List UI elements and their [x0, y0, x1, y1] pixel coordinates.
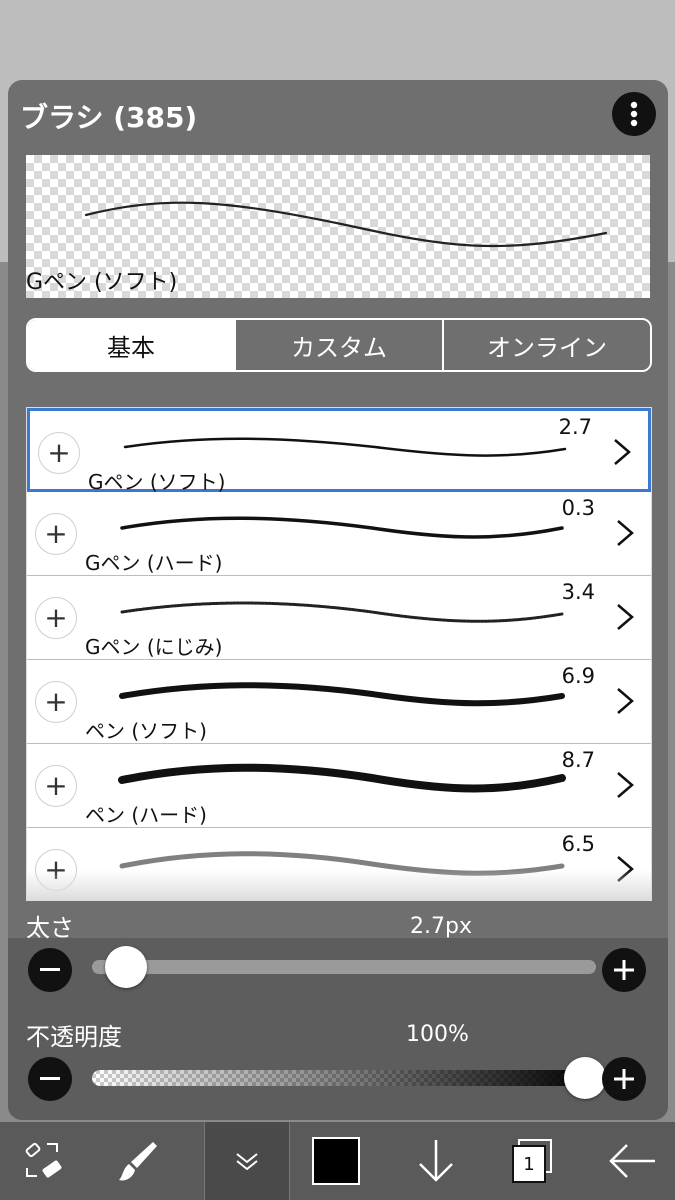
brush-row[interactable]: + ペン (ハード) 8.7	[27, 744, 651, 828]
more-menu-button[interactable]	[612, 92, 656, 136]
layers-button[interactable]: 1	[490, 1122, 574, 1200]
current-color-swatch	[312, 1137, 360, 1185]
opacity-increase-button[interactable]	[602, 1057, 646, 1101]
minus-icon	[40, 1077, 60, 1080]
brush-name: Gペン (にじみ)	[85, 635, 223, 659]
tab-custom[interactable]: カスタム	[236, 320, 444, 370]
brush-panel: ブラシ (385) Gペン (ソフト) 基本 カスタム オンライン + Gペン …	[8, 80, 668, 1120]
brush-row[interactable]: + Gペン (にじみ) 3.4	[27, 576, 651, 660]
arrow-left-icon	[609, 1144, 655, 1178]
scroll-down-button[interactable]	[394, 1122, 478, 1200]
collapse-panel-button[interactable]	[204, 1122, 290, 1200]
tab-basic[interactable]: 基本	[28, 320, 236, 370]
plus-icon: +	[44, 769, 68, 802]
brush-name: Gペン (ソフト)	[88, 470, 226, 494]
chevron-right-icon[interactable]	[615, 770, 635, 800]
chevron-right-icon[interactable]	[615, 602, 635, 632]
layers-icon: 1	[512, 1139, 552, 1183]
plus-icon: +	[47, 436, 71, 469]
bottom-toolbar: 1	[0, 1122, 675, 1200]
add-brush-button[interactable]: +	[38, 432, 80, 474]
preview-brush-name: Gペン (ソフト)	[26, 270, 178, 295]
add-brush-button[interactable]: +	[35, 513, 77, 555]
list-scroll-fade	[27, 870, 651, 900]
thickness-increase-button[interactable]	[602, 948, 646, 992]
brush-size: 6.9	[561, 664, 595, 688]
brush-stroke-sample	[119, 682, 565, 707]
plus-icon	[614, 1069, 634, 1089]
arrow-down-icon	[419, 1140, 453, 1182]
brush-name: Gペン (ハード)	[85, 551, 223, 575]
plus-icon: +	[44, 601, 68, 634]
brush-row[interactable]: + Gペン (ハード) 0.3	[27, 492, 651, 576]
thickness-slider-thumb[interactable]	[105, 946, 148, 988]
color-picker-button[interactable]	[294, 1122, 378, 1200]
plus-icon: +	[44, 517, 68, 550]
brush-category-tabs: 基本 カスタム オンライン	[26, 318, 652, 372]
double-chevron-down-icon	[236, 1153, 258, 1171]
plus-icon: +	[44, 685, 68, 718]
opacity-slider-thumb[interactable]	[564, 1057, 606, 1099]
brush-size: 2.7	[558, 415, 592, 439]
transform-eraser-icon	[25, 1142, 62, 1178]
brush-stroke-sample	[120, 516, 564, 539]
brush-size: 0.3	[561, 496, 595, 520]
brush-row[interactable]: + ペン (ソフト) 6.9	[27, 660, 651, 744]
opacity-value: 100%	[406, 1022, 469, 1047]
brush-size: 6.5	[561, 832, 595, 856]
opacity-decrease-button[interactable]	[28, 1057, 72, 1101]
chevron-right-icon[interactable]	[612, 437, 632, 467]
chevron-right-icon[interactable]	[615, 518, 635, 548]
brush-stroke-sample	[120, 601, 564, 623]
transform-tool-button[interactable]	[0, 1122, 84, 1200]
plus-icon	[614, 960, 634, 980]
brush-icon	[119, 1142, 157, 1181]
thickness-decrease-button[interactable]	[28, 948, 72, 992]
brush-tool-button[interactable]	[96, 1122, 180, 1200]
brush-stroke-sample	[118, 763, 566, 793]
thickness-label: 太さ	[26, 914, 74, 942]
brush-list[interactable]: + Gペン (ソフト) 2.7 + Gペン (ハード) 0.3 + Gペン (に…	[26, 407, 652, 901]
layer-count: 1	[512, 1145, 546, 1183]
thickness-slider[interactable]	[92, 960, 596, 974]
back-button[interactable]	[590, 1122, 674, 1200]
chevron-right-icon[interactable]	[615, 686, 635, 716]
opacity-label: 不透明度	[26, 1023, 122, 1051]
add-brush-button[interactable]: +	[35, 765, 77, 807]
more-vertical-icon	[630, 101, 638, 127]
opacity-slider[interactable]	[92, 1070, 596, 1086]
minus-icon	[40, 968, 60, 971]
add-brush-button[interactable]: +	[35, 597, 77, 639]
brush-size: 3.4	[561, 580, 595, 604]
panel-title: ブラシ (385)	[20, 101, 198, 134]
add-brush-button[interactable]: +	[35, 681, 77, 723]
thickness-value: 2.7px	[410, 914, 472, 939]
brush-size: 8.7	[561, 748, 595, 772]
brush-name: ペン (ハード)	[85, 803, 207, 827]
brush-preview: Gペン (ソフト)	[26, 155, 650, 298]
brush-name: ペン (ソフト)	[85, 719, 207, 743]
brush-stroke-sample	[123, 437, 567, 457]
brush-row[interactable]: + Gペン (ソフト) 2.7	[27, 408, 651, 494]
tab-online[interactable]: オンライン	[444, 320, 650, 370]
